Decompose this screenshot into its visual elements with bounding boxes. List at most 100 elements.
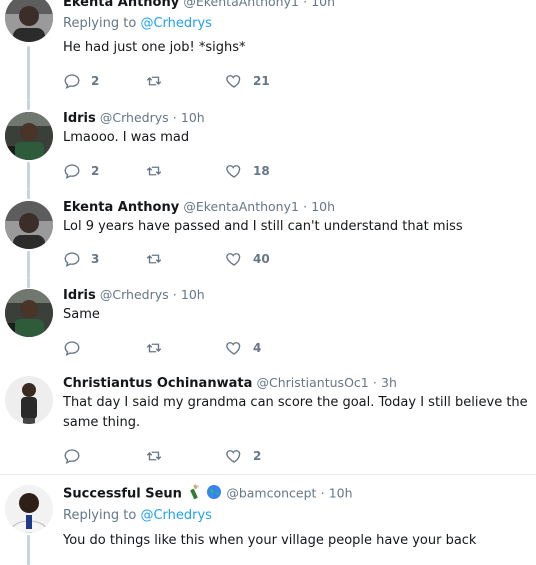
author-name[interactable]: Idris [63, 111, 96, 126]
timestamp[interactable]: 10h [311, 199, 335, 214]
reply-button[interactable] [63, 338, 91, 358]
reply-count: 2 [91, 164, 100, 178]
retweet-button[interactable] [145, 161, 173, 181]
separator-dot: · [320, 485, 325, 501]
retweet-icon [146, 451, 162, 461]
author-name[interactable]: Idris [63, 288, 96, 303]
timestamp[interactable]: 3h [381, 375, 397, 390]
like-count: 18 [253, 164, 270, 178]
timestamp[interactable]: 10h [181, 287, 205, 302]
replying-to-handle[interactable]: @Crhedrys [140, 16, 212, 31]
tweet-3[interactable]: Ekenta Anthony @EkentaAnthony1 · 10h Lol… [0, 189, 536, 278]
reply-button[interactable]: 3 [63, 249, 99, 269]
heart-icon [226, 165, 241, 178]
like-button[interactable]: 21 [225, 71, 270, 91]
author-name[interactable]: Successful Seun [63, 487, 182, 502]
replying-to-label: Replying to [63, 16, 137, 31]
author-name[interactable]: Ekenta Anthony [63, 200, 179, 215]
replying-to-label: Replying to [63, 508, 137, 523]
tweet-actions: 3 40 [63, 249, 323, 269]
thread-line [27, 251, 30, 278]
reply-count: 3 [91, 252, 100, 266]
thread-line [27, 46, 30, 100]
separator-dot: · [303, 0, 308, 9]
thread-line [27, 189, 30, 199]
tweet-2[interactable]: Idris @Crhedrys · 10h Lmaooo. I was mad … [0, 100, 536, 189]
separator-dot: · [172, 110, 177, 125]
like-count: 40 [253, 252, 270, 266]
author-handle[interactable]: @bamconcept [226, 486, 316, 501]
reply-button[interactable] [63, 446, 91, 466]
tweet-4[interactable]: Idris @Crhedrys · 10h Same 4 [0, 278, 536, 366]
avatar[interactable] [5, 201, 53, 249]
retweet-button[interactable] [145, 446, 173, 466]
author-handle[interactable]: @Crhedrys [100, 287, 169, 302]
replying-to-handle[interactable]: @Crhedrys [140, 508, 212, 523]
retweet-icon [146, 343, 162, 353]
timestamp[interactable]: 10h [311, 0, 335, 9]
separator-dot: · [172, 287, 177, 302]
tweet-text: Same [63, 307, 100, 322]
thread-line [27, 278, 30, 288]
author-handle[interactable]: @ChristiantusOc1 [257, 375, 369, 390]
retweet-icon [146, 76, 162, 86]
reply-icon [64, 449, 80, 465]
like-count: 4 [253, 341, 262, 355]
avatar[interactable] [5, 485, 53, 533]
author-name[interactable]: Christiantus Ochinanwata [63, 376, 252, 391]
retweet-button[interactable] [145, 71, 173, 91]
avatar-photo [5, 201, 53, 249]
replying-to: Replying to @Crhedrys [63, 16, 212, 31]
reply-button[interactable]: 2 [63, 161, 99, 181]
retweet-button[interactable] [145, 338, 173, 358]
heart-icon [226, 253, 241, 266]
like-count: 2 [253, 449, 262, 463]
avatar[interactable] [5, 376, 53, 424]
reply-icon [64, 164, 80, 180]
heart-icon [226, 75, 241, 88]
thread-line [27, 162, 30, 189]
avatar-photo [5, 376, 53, 424]
timestamp[interactable]: 10h [329, 486, 353, 501]
heart-icon [226, 342, 241, 355]
author-name[interactable]: Ekenta Anthony [63, 0, 179, 10]
timestamp[interactable]: 10h [181, 110, 205, 125]
tweet-actions: 2 [63, 446, 323, 466]
reply-count: 2 [91, 74, 100, 88]
avatar[interactable] [5, 0, 53, 42]
author-handle[interactable]: @EkentaAnthony1 [183, 0, 299, 9]
reply-button[interactable]: 2 [63, 71, 99, 91]
like-count: 21 [253, 74, 270, 88]
tweet-text: Lmaooo. I was mad [63, 130, 190, 145]
tweet-actions: 4 [63, 338, 323, 358]
tweet-text: You do things like this when your villag… [63, 533, 477, 548]
tweet-text: Lol 9 years have passed and I still can'… [63, 219, 463, 234]
avatar-photo [5, 112, 53, 160]
tweet-6[interactable]: Successful Seun @bamconcept · 10h Replyi… [0, 475, 536, 565]
like-button[interactable]: 4 [225, 338, 261, 358]
tweet-text: He had just one job! *sighs* [63, 40, 246, 55]
avatar-photo [5, 289, 53, 337]
like-button[interactable]: 40 [225, 249, 270, 269]
thread-line [27, 100, 30, 110]
author-handle[interactable]: @Crhedrys [100, 110, 169, 125]
like-button[interactable]: 2 [225, 446, 261, 466]
tweet-1[interactable]: Ekenta Anthony @EkentaAnthony1 · 10h Rep… [0, 0, 536, 100]
retweet-button[interactable] [145, 249, 173, 269]
reply-icon [64, 74, 80, 90]
avatar[interactable] [5, 289, 53, 337]
tweet-text: That day I said my grandma can score the… [63, 395, 528, 430]
tweet-5[interactable]: Christiantus Ochinanwata @ChristiantusOc… [0, 366, 536, 474]
author-handle[interactable]: @EkentaAnthony1 [183, 199, 299, 214]
globe-emoji [206, 484, 222, 504]
avatar-photo [5, 0, 53, 42]
avatar[interactable] [5, 112, 53, 160]
bottle-with-popping-cork-emoji [186, 484, 202, 504]
heart-icon [226, 450, 241, 463]
like-button[interactable]: 18 [225, 161, 270, 181]
separator-dot: · [372, 375, 377, 390]
retweet-icon [146, 254, 162, 264]
separator-dot: · [303, 199, 308, 214]
tweet-actions: 2 21 [63, 71, 323, 91]
replying-to: Replying to @Crhedrys [63, 508, 212, 523]
